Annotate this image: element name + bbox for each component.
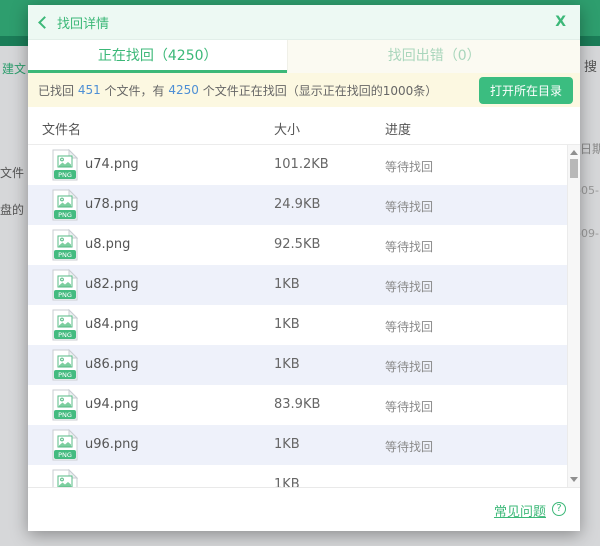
column-header-progress: 进度 [385,119,411,138]
tab-bar: 正在找回（4250） 找回出错（0） [28,40,580,73]
file-type-badge: PNG [58,371,72,379]
table-row[interactable]: PNG u94.png 83.9KB 等待找回 [28,385,580,425]
dialog-header: 找回详情 X [28,5,580,40]
file-type-badge: PNG [58,171,72,179]
close-button[interactable]: X [553,14,568,30]
background-partial-text: 搜 [584,56,597,75]
scroll-up-arrow-icon[interactable] [570,150,578,155]
file-type-badge: PNG [58,331,72,339]
background-partial-text: -09- [577,227,599,240]
table-header: 文件名 大小 进度 [28,107,580,145]
file-type-badge: PNG [58,451,72,459]
status-text-middle: 个文件，有 [101,82,169,99]
file-name: u96.png [85,437,139,452]
table-row[interactable]: PNG u78.png 24.9KB 等待找回 [28,185,580,225]
file-type-badge: PNG [58,411,72,419]
file-name: u94.png [85,397,139,412]
file-status: 等待找回 [385,358,433,375]
table-row[interactable]: PNG u82.png 1KB 等待找回 [28,265,580,305]
file-list: PNG u74.png 101.2KB 等待找回 PNG u78.png 24.… [28,145,580,487]
help-icon[interactable]: ? [552,502,566,516]
file-size: 1KB [274,357,300,372]
file-size: 1KB [274,477,300,487]
png-file-icon: PNG [52,469,78,487]
background-partial-text: -05- [577,184,599,197]
file-status: 等待找回 [385,438,433,455]
file-type-badge: PNG [58,251,72,259]
png-file-icon: PNG [52,149,78,181]
column-header-filename: 文件名 [42,119,81,138]
back-chevron-icon [38,16,51,29]
png-file-icon: PNG [52,269,78,301]
file-name: u78.png [85,197,139,212]
faq-link[interactable]: 常见问题 [494,501,546,520]
table-row[interactable]: PNG u84.png 1KB 等待找回 [28,305,580,345]
file-status: 等待找回 [385,158,433,175]
file-status: 等待找回 [385,398,433,415]
png-file-icon: PNG [52,429,78,461]
background-partial-text: 文件 [0,164,24,181]
scroll-down-arrow-icon[interactable] [570,477,578,482]
background-partial-text: 盘的 [0,201,24,218]
tab-errors[interactable]: 找回出错（0） [287,40,580,73]
table-row[interactable]: PNG u96.png 1KB 等待找回 [28,425,580,465]
table-row[interactable]: PNG 1KB [28,465,580,487]
file-rows: PNG u74.png 101.2KB 等待找回 PNG u78.png 24.… [28,145,580,487]
file-size: 83.9KB [274,397,320,412]
file-type-badge: PNG [58,211,72,219]
file-name: u8.png [85,237,130,252]
file-size: 92.5KB [274,237,320,252]
file-status: 等待找回 [385,318,433,335]
table-row[interactable]: PNG u74.png 101.2KB 等待找回 [28,145,580,185]
png-file-icon: PNG [52,349,78,381]
scrollbar-thumb[interactable] [570,159,578,178]
column-header-size: 大小 [274,119,300,138]
file-size: 1KB [274,437,300,452]
file-name: u74.png [85,157,139,172]
dialog-footer: 常见问题 ? [28,487,580,531]
back-button[interactable]: 找回详情 [40,13,109,32]
png-file-icon: PNG [52,309,78,341]
file-size: 101.2KB [274,157,329,172]
png-file-icon: PNG [52,189,78,221]
file-status: 等待找回 [385,238,433,255]
background-partial-text: 日期 [580,140,600,157]
file-size: 1KB [274,317,300,332]
png-file-icon: PNG [52,229,78,261]
open-directory-button[interactable]: 打开所在目录 [479,77,573,104]
recovery-details-dialog: 找回详情 X 正在找回（4250） 找回出错（0） 已找回 451 个文件，有 … [28,5,580,531]
png-file-icon: PNG [52,389,78,421]
file-size: 24.9KB [274,197,320,212]
file-name: u82.png [85,277,139,292]
file-status: 等待找回 [385,278,433,295]
pending-count: 4250 [168,83,199,97]
table-row[interactable]: PNG u8.png 92.5KB 等待找回 [28,225,580,265]
recovery-status-bar: 已找回 451 个文件，有 4250 个文件正在找回（显示正在找回的1000条）… [28,73,580,107]
found-count: 451 [78,83,101,97]
list-scrollbar[interactable] [567,145,580,487]
file-name: u84.png [85,317,139,332]
file-status: 等待找回 [385,198,433,215]
dialog-title: 找回详情 [57,13,109,32]
file-size: 1KB [274,277,300,292]
background-partial-text: 建文 [2,60,26,77]
file-name: u86.png [85,357,139,372]
file-type-badge: PNG [58,291,72,299]
tab-recovering[interactable]: 正在找回（4250） [28,40,287,73]
table-row[interactable]: PNG u86.png 1KB 等待找回 [28,345,580,385]
status-text-suffix: 个文件正在找回（显示正在找回的1000条） [199,82,437,99]
status-text-prefix: 已找回 [38,82,78,99]
